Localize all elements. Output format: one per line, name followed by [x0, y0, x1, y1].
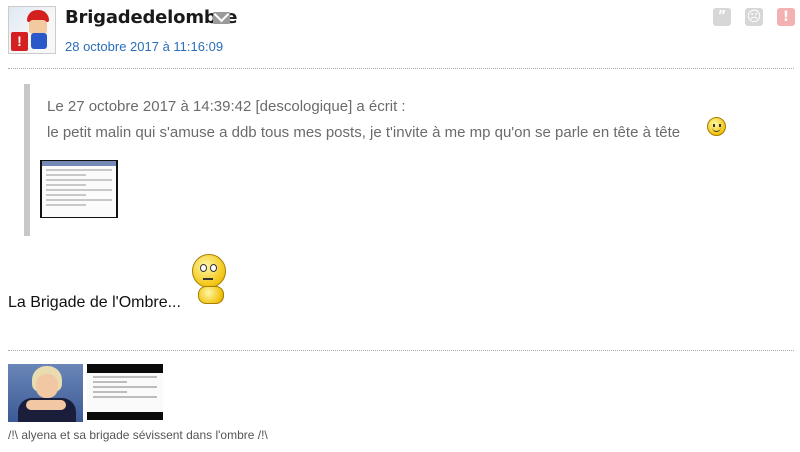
- thumbnail-line: [46, 194, 86, 196]
- thumbnail-line: [46, 184, 86, 186]
- thumbnail-line: [46, 204, 86, 206]
- smiley-icon: [707, 117, 726, 136]
- thumbnail-line: [46, 179, 112, 181]
- avatar[interactable]: !: [8, 6, 56, 54]
- avatar-alert-icon: !: [11, 32, 28, 51]
- thumbnail-header: [42, 161, 116, 166]
- quote-text: le petit malin qui s'amuse a ddb tous me…: [47, 124, 681, 141]
- screenshot-bottom-bar: [87, 412, 163, 420]
- quoted-screenshot-thumbnail[interactable]: [40, 160, 118, 218]
- report-icon[interactable]: !: [777, 8, 795, 26]
- screenshot-line: [93, 376, 157, 378]
- mail-icon[interactable]: [213, 12, 230, 24]
- quote-icon[interactable]: ”: [713, 8, 731, 26]
- quote-block: Le 27 octobre 2017 à 14:39:42 [descologi…: [24, 84, 794, 236]
- signature-caption: /!\ alyena et sa brigade sévissent dans …: [8, 428, 268, 442]
- thumbnail-line: [46, 169, 112, 171]
- thinking-smiley-hand: [198, 286, 224, 304]
- screenshot-line: [93, 386, 157, 388]
- thinking-smiley-eye: [210, 264, 217, 272]
- thumbnail-line: [46, 174, 86, 176]
- screenshot-line: [93, 396, 157, 398]
- thinking-smiley-face: [192, 254, 226, 288]
- thinking-smiley-mouth: [203, 278, 213, 280]
- post-divider: [8, 68, 794, 69]
- screenshot-line: [93, 381, 127, 383]
- thinking-smiley-icon: [192, 254, 228, 306]
- avatar-body: [31, 33, 47, 49]
- quote-header: Le 27 octobre 2017 à 14:39:42 [descologi…: [47, 98, 406, 115]
- sad-face-icon[interactable]: ☹: [745, 8, 763, 26]
- portrait-hands: [26, 400, 66, 410]
- signature-portrait-image[interactable]: [8, 364, 83, 422]
- avatar-face: [29, 20, 47, 34]
- thinking-smiley-eye: [200, 264, 207, 272]
- post-timestamp[interactable]: 28 octobre 2017 à 11:16:09: [65, 39, 223, 54]
- thumbnail-line: [46, 189, 112, 191]
- author-name[interactable]: Brigadedelombre: [65, 7, 237, 28]
- screenshot-line: [93, 391, 127, 393]
- screenshot-top-bar: [87, 364, 163, 373]
- portrait-face: [36, 374, 58, 398]
- post-body-text: La Brigade de l'Ombre...: [8, 294, 181, 311]
- signature-divider: [8, 350, 794, 351]
- thumbnail-line: [46, 199, 112, 201]
- signature-screenshot-image[interactable]: [87, 364, 163, 420]
